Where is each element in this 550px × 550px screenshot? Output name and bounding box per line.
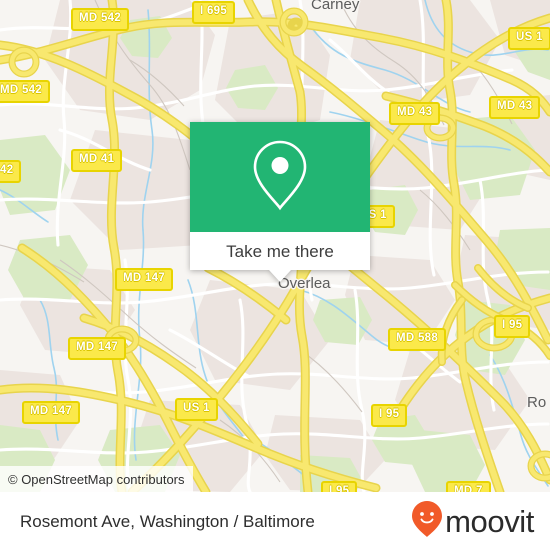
road-shield: MD 542 [0,80,51,103]
moovit-wordmark: moovit [445,503,534,539]
road-shield: MD 147 [115,268,174,291]
location-pin-icon [251,139,309,216]
road-shield: MD 41 [71,149,123,172]
map-viewport[interactable]: MD 542 I 695 US 1 MD 542 MD 43 MD 43 MD … [0,0,550,492]
footer-bar: Rosemont Ave, Washington / Baltimore moo… [0,492,550,550]
road-shield: MD 43 [389,102,441,125]
place-label-carney: Carney [311,0,360,13]
road-shield: 42 [0,160,22,183]
moovit-smiley-pin-icon [411,500,443,543]
road-shield: MD 588 [388,328,447,351]
road-shield: MD 7 [446,481,491,492]
moovit-brand[interactable]: moovit [411,500,534,543]
osm-attribution[interactable]: © OpenStreetMap contributors [0,466,193,492]
road-shield: MD 147 [68,337,127,360]
place-label-rosedale: Ro [527,394,547,411]
attribution-text: © OpenStreetMap contributors [8,471,185,487]
road-shield: MD 147 [22,401,81,424]
callout-action-row[interactable]: Take me there [190,232,370,270]
take-me-there-label: Take me there [226,241,334,261]
road-shield: I 95 [494,315,531,338]
road-shield: I 695 [192,1,236,24]
road-shield: US 1 [175,398,218,421]
callout-tail-arrow [269,270,291,282]
road-shield: US 1 [508,27,550,50]
location-title: Rosemont Ave, Washington / Baltimore [20,511,315,531]
road-shield: I 95 [371,404,408,427]
map-callout-popup[interactable]: Take me there [190,122,370,282]
callout-header [190,122,370,232]
road-shield: I 95 [321,481,358,492]
road-shield: MD 542 [71,8,130,31]
road-shield: MD 43 [489,96,541,119]
map-screen: MD 542 I 695 US 1 MD 542 MD 43 MD 43 MD … [0,0,550,550]
